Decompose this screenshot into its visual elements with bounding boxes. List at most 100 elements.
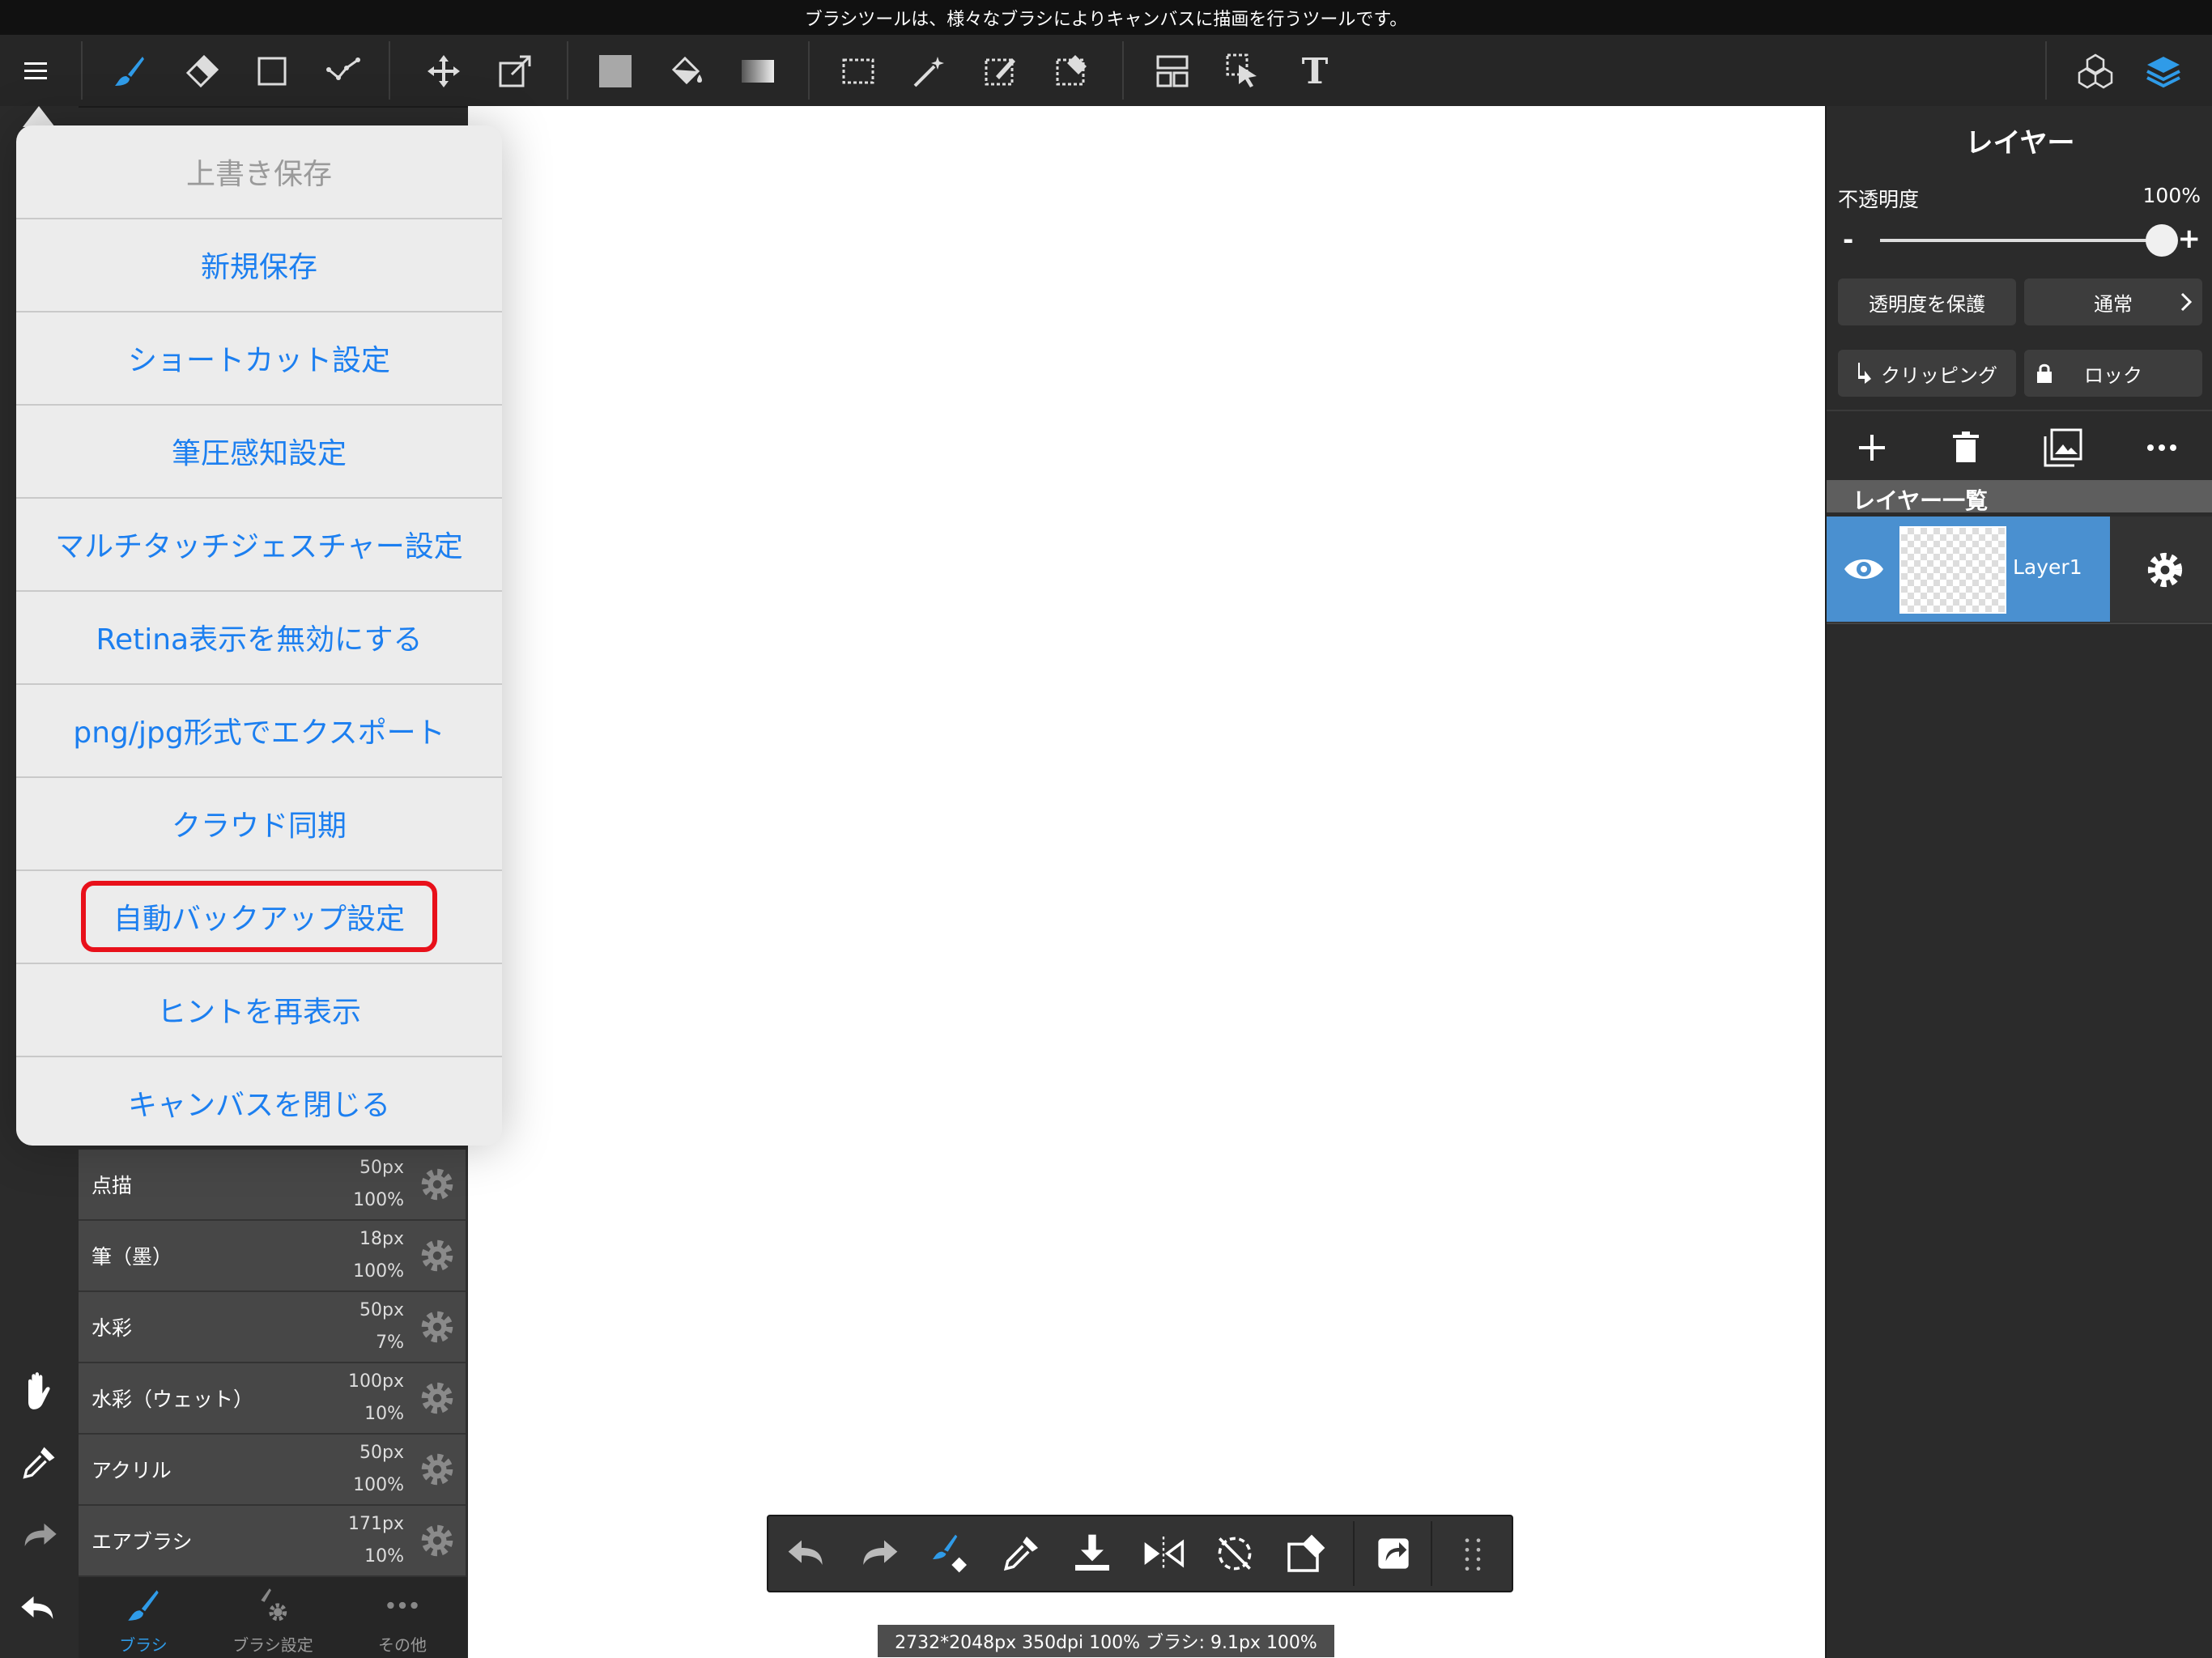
gear-icon[interactable] bbox=[417, 1520, 457, 1561]
gear-icon[interactable] bbox=[2144, 549, 2186, 591]
brush-row[interactable]: 点描 50px 100% bbox=[79, 1150, 466, 1221]
hand-icon[interactable] bbox=[18, 1369, 60, 1411]
fill-color-icon[interactable] bbox=[594, 51, 636, 91]
drawing-canvas[interactable] bbox=[468, 106, 1825, 1658]
add-image-layer-icon[interactable] bbox=[2042, 427, 2084, 469]
rectangle-icon[interactable] bbox=[251, 51, 293, 91]
brush-row[interactable]: 水彩 50px 7% bbox=[79, 1292, 466, 1363]
canvas-info: 2732*2048px 350dpi 100% ブラシ: 9.1px 100% bbox=[895, 1633, 1317, 1653]
brush-row[interactable]: アクリル 50px 100% bbox=[79, 1435, 466, 1506]
brush-row[interactable]: 水彩（ウェット） 100px 10% bbox=[79, 1363, 466, 1435]
bucket-icon[interactable] bbox=[666, 51, 708, 91]
rotate-reset-icon[interactable] bbox=[1212, 1531, 1257, 1576]
select-cursor-icon[interactable] bbox=[1223, 51, 1265, 91]
menu-item-cloud-sync[interactable]: クラウド同期 bbox=[16, 777, 502, 871]
menu-item-new-save[interactable]: 新規保存 bbox=[16, 219, 502, 312]
more-icon bbox=[387, 1601, 418, 1609]
import-icon[interactable] bbox=[1070, 1531, 1115, 1576]
menu-item-disable-retina[interactable]: Retina表示を無効にする bbox=[16, 591, 502, 685]
menu-item-show-hints[interactable]: ヒントを再表示 bbox=[16, 963, 502, 1057]
layer-row[interactable]: Layer1 bbox=[1827, 517, 2212, 622]
select-pen-icon[interactable] bbox=[980, 51, 1022, 91]
toolbar-divider bbox=[1431, 1521, 1432, 1586]
menu-item-close-canvas[interactable]: キャンバスを閉じる bbox=[16, 1056, 502, 1146]
menu-icon[interactable] bbox=[15, 51, 57, 91]
eye-icon[interactable] bbox=[1843, 553, 1885, 585]
menu-item-export-png-jpg[interactable]: png/jpg形式でエクスポート bbox=[16, 684, 502, 778]
trash-icon[interactable] bbox=[1948, 430, 1984, 466]
tab-other[interactable]: その他 bbox=[338, 1577, 467, 1658]
select-eraser-icon[interactable] bbox=[1051, 51, 1093, 91]
lock-button[interactable]: ロック bbox=[2024, 350, 2202, 397]
menu-item-auto-backup[interactable]: 自動バックアップ設定 bbox=[16, 870, 502, 964]
opacity-decrease-button[interactable]: - bbox=[1843, 224, 1853, 255]
redo-icon[interactable] bbox=[18, 1515, 60, 1557]
opacity-slider-thumb[interactable] bbox=[2146, 224, 2178, 257]
lock-icon bbox=[2037, 363, 2052, 383]
brush-name: アクリル bbox=[91, 1459, 172, 1482]
opacity-value: 100% bbox=[2142, 184, 2201, 207]
brush-opacity: 100% bbox=[353, 1475, 404, 1495]
toolbar-divider bbox=[808, 41, 810, 100]
flip-icon[interactable] bbox=[1141, 1531, 1186, 1576]
gear-icon[interactable] bbox=[417, 1449, 457, 1490]
divider bbox=[1827, 410, 2212, 411]
polyline-icon[interactable] bbox=[322, 51, 364, 91]
hint-text: ブラシツールは、様々なブラシによりキャンバスに描画を行うツールです。 bbox=[804, 9, 1408, 30]
opacity-increase-button[interactable]: + bbox=[2178, 223, 2201, 255]
menu-pointer bbox=[23, 106, 55, 127]
menu-item-shortcut-settings[interactable]: ショートカット設定 bbox=[16, 312, 502, 406]
tab-label: その他 bbox=[378, 1635, 427, 1655]
add-layer-icon[interactable] bbox=[1854, 430, 1890, 466]
gear-icon[interactable] bbox=[417, 1378, 457, 1418]
magic-wand-icon[interactable] bbox=[908, 51, 951, 91]
tab-brush[interactable]: ブラシ bbox=[79, 1577, 208, 1658]
transform-icon[interactable] bbox=[494, 51, 536, 91]
brush-size: 50px bbox=[359, 1300, 404, 1320]
protect-alpha-button[interactable]: 透明度を保護 bbox=[1838, 278, 2016, 325]
tab-label: ブラシ設定 bbox=[232, 1635, 313, 1655]
brush-row[interactable]: 筆（墨） 18px 100% bbox=[79, 1221, 466, 1292]
brush-swap-icon[interactable] bbox=[927, 1531, 972, 1576]
gear-icon[interactable] bbox=[417, 1235, 457, 1276]
gear-icon[interactable] bbox=[417, 1164, 457, 1205]
layers-icon[interactable] bbox=[2142, 51, 2184, 91]
menu-item-overwrite-save: 上書き保存 bbox=[16, 125, 502, 219]
menu-item-pressure-settings[interactable]: 筆圧感知設定 bbox=[16, 405, 502, 499]
brush-opacity: 7% bbox=[376, 1333, 404, 1353]
gradient-icon[interactable] bbox=[737, 51, 779, 91]
clear-icon[interactable] bbox=[1283, 1531, 1329, 1576]
gear-icon[interactable] bbox=[417, 1307, 457, 1347]
brush-opacity: 10% bbox=[364, 1404, 404, 1424]
3d-model-icon[interactable] bbox=[2074, 51, 2116, 91]
opacity-slider-track[interactable] bbox=[1880, 239, 2162, 242]
divider bbox=[1827, 623, 2212, 624]
share-icon[interactable] bbox=[1371, 1531, 1416, 1576]
blend-mode-button[interactable]: 通常 bbox=[2024, 278, 2202, 325]
brush-icon[interactable] bbox=[108, 51, 151, 91]
menu-item-multitouch-settings[interactable]: マルチタッチジェスチャー設定 bbox=[16, 498, 502, 592]
grid-icon[interactable] bbox=[1450, 1531, 1495, 1576]
layout-icon[interactable] bbox=[1151, 51, 1193, 91]
redo-icon[interactable] bbox=[856, 1531, 901, 1576]
opacity-slider-fill bbox=[1880, 239, 2162, 242]
eyedropper-icon[interactable] bbox=[998, 1531, 1044, 1576]
select-rect-icon[interactable] bbox=[837, 51, 879, 91]
clipping-button[interactable]: クリッピング bbox=[1838, 350, 2016, 397]
clipping-icon bbox=[1858, 363, 1871, 384]
quick-toolbar bbox=[767, 1515, 1513, 1592]
text-icon[interactable]: T bbox=[1294, 51, 1336, 92]
brush-row[interactable]: エアブラシ 171px 10% bbox=[79, 1506, 466, 1577]
move-icon[interactable] bbox=[423, 51, 465, 91]
brush-name: エアブラシ bbox=[91, 1530, 193, 1554]
tab-brush-settings[interactable]: ブラシ設定 bbox=[208, 1577, 338, 1658]
undo-icon[interactable] bbox=[18, 1588, 60, 1630]
brush-size: 50px bbox=[359, 1158, 404, 1178]
opacity-label: 不透明度 bbox=[1838, 188, 1920, 211]
toolbar-divider bbox=[389, 41, 390, 100]
undo-icon[interactable] bbox=[785, 1531, 830, 1576]
layer-list-title: レイヤー一覧 bbox=[1853, 487, 1989, 514]
eyedropper-icon[interactable] bbox=[18, 1442, 60, 1484]
more-icon[interactable] bbox=[2144, 430, 2180, 466]
eraser-icon[interactable] bbox=[180, 51, 222, 91]
